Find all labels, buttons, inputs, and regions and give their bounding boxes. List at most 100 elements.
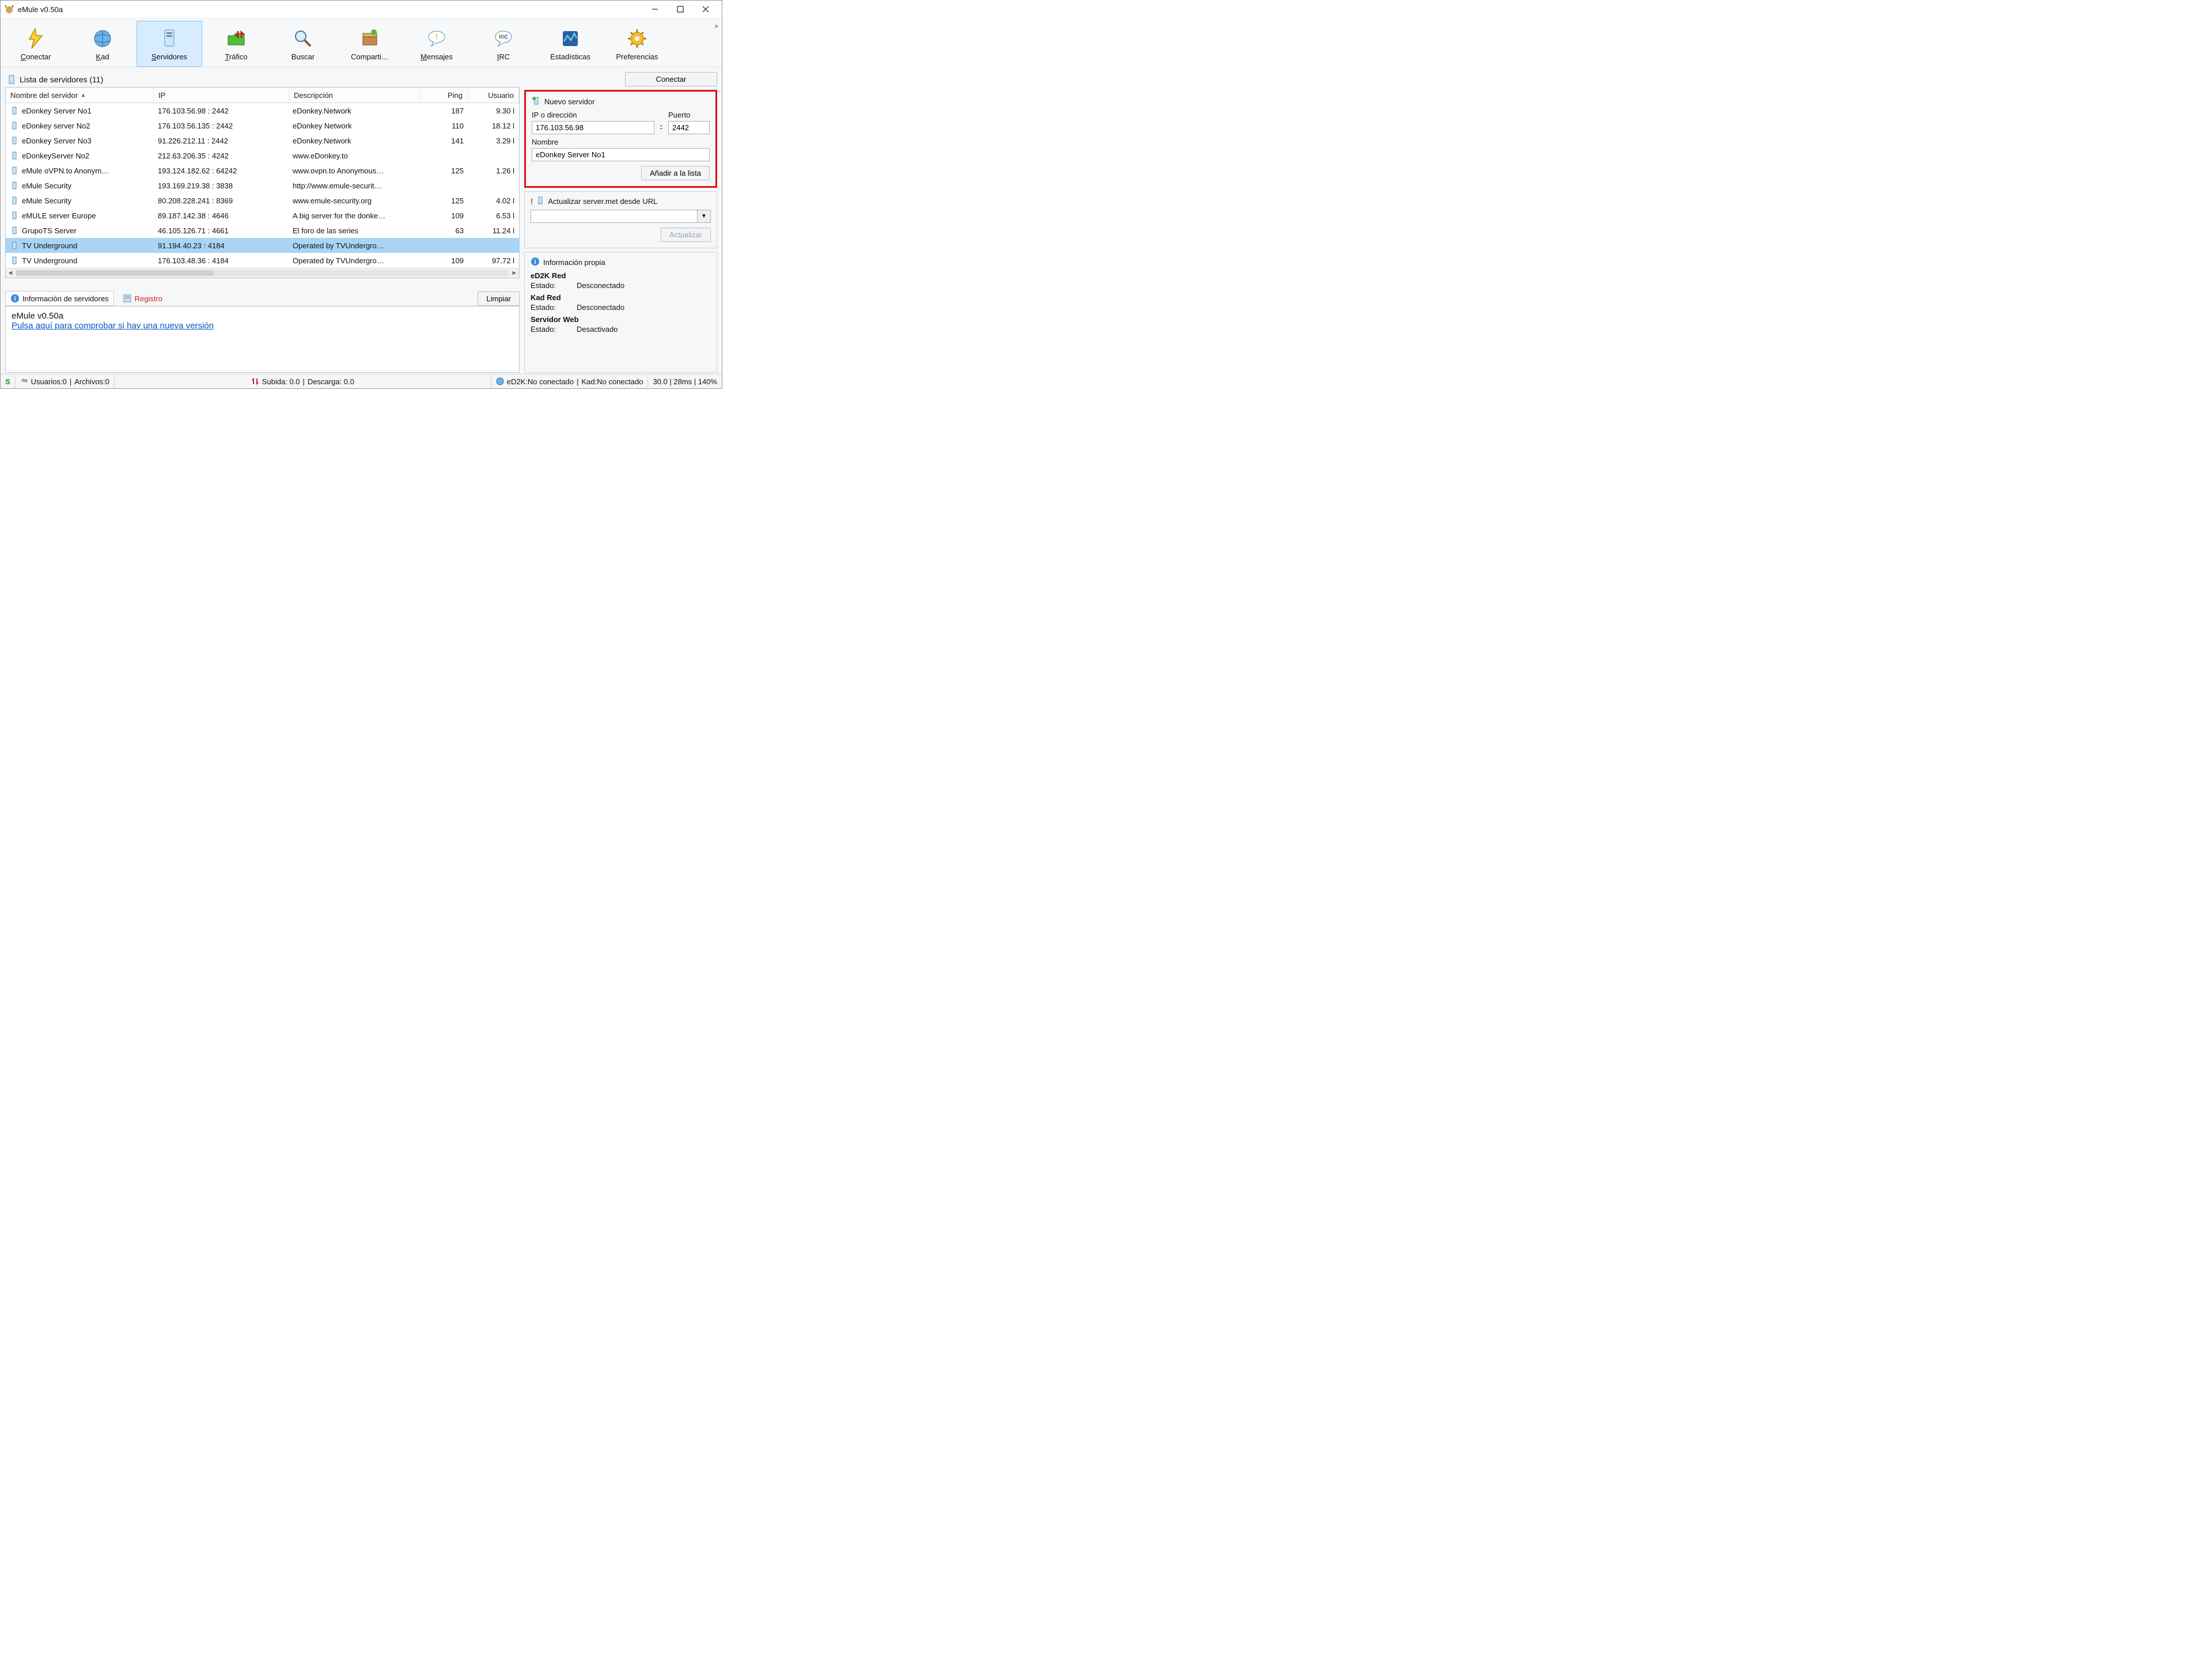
- statusbar: S Usuarios:0|Archivos:0 Subida: 0.0|Desc…: [1, 374, 722, 388]
- toolbar-preferences[interactable]: Preferencias: [604, 21, 670, 67]
- dropdown-icon[interactable]: ▼: [698, 210, 711, 223]
- status-metrics: 30.0 | 28ms | 140%: [648, 374, 722, 388]
- log-version-text: eMule v0.50a: [12, 311, 513, 321]
- info-icon: i: [531, 257, 540, 268]
- svg-text:!: !: [435, 32, 438, 41]
- toolbar-search[interactable]: Buscar: [270, 21, 336, 67]
- table-row[interactable]: eMULE server Europe89.187.142.38 : 4646A…: [6, 208, 519, 223]
- table-row[interactable]: eMule Security193.169.219.38 : 3838http:…: [6, 178, 519, 193]
- titlebar: eMule v0.50a: [1, 1, 722, 18]
- minimize-button[interactable]: [642, 1, 668, 17]
- stats-icon: [558, 26, 582, 51]
- toolbar-statistics[interactable]: Estadísticas: [537, 21, 603, 67]
- col-name[interactable]: Nombre del servidor▲: [6, 88, 154, 103]
- gear-icon: [625, 26, 649, 51]
- server-row-icon: [10, 211, 18, 219]
- grid-header: Nombre del servidor▲ IP Descripción Ping…: [6, 88, 519, 103]
- content-area: Lista de servidores (11) Nombre del serv…: [1, 67, 722, 374]
- ip-label: IP o dirección: [532, 111, 654, 119]
- table-row[interactable]: eDonkeyServer No2212.63.206.35 : 4242www…: [6, 148, 519, 163]
- table-row[interactable]: eDonkey Server No1176.103.56.98 : 2442eD…: [6, 103, 519, 118]
- ip-input[interactable]: [532, 121, 654, 134]
- server-row-icon: [10, 152, 18, 160]
- servers-panel: Lista de servidores (11) Nombre del serv…: [5, 72, 520, 373]
- app-window: eMule v0.50a Conectar Kad Servidores Trá…: [0, 0, 722, 389]
- check-update-link[interactable]: Pulsa aquí para comprobar si hay una nue…: [12, 321, 214, 331]
- table-row[interactable]: eMule Security80.208.228.241 : 8369www.e…: [6, 193, 519, 208]
- new-server-title: Nuevo servidor: [544, 97, 594, 106]
- table-row[interactable]: GrupoTS Server46.105.126.71 : 4661El for…: [6, 223, 519, 238]
- users-icon: [20, 377, 28, 385]
- main-toolbar: Conectar Kad Servidores Tráfico Buscar C…: [1, 18, 722, 67]
- ed2k-net-label: eD2K Red: [531, 271, 711, 280]
- server-row-icon: [10, 226, 18, 234]
- globe-small-icon: [496, 377, 504, 385]
- servermet-url-input[interactable]: [531, 210, 698, 223]
- grid-body: eDonkey Server No1176.103.56.98 : 2442eD…: [6, 103, 519, 268]
- status-networks: eD2K:No conectado|Kad:No conectado: [491, 374, 649, 388]
- table-row[interactable]: eDonkey Server No391.226.212.11 : 2442eD…: [6, 133, 519, 148]
- own-info-title: Información propia: [543, 258, 605, 267]
- log-tabs: i Información de servidores Registro Lim…: [5, 291, 520, 306]
- lightning-icon: [24, 26, 48, 51]
- close-button[interactable]: [693, 1, 718, 17]
- emule-icon: [4, 4, 14, 14]
- table-row[interactable]: TV Underground176.103.48.36 : 4184Operat…: [6, 253, 519, 268]
- folder-arrows-icon: [224, 26, 248, 51]
- col-ping[interactable]: Ping: [420, 88, 468, 103]
- tab-server-info[interactable]: i Información de servidores: [5, 291, 114, 306]
- globe-icon: [90, 26, 115, 51]
- scroll-right-icon[interactable]: ►: [510, 270, 519, 277]
- updown-icon: [251, 377, 259, 385]
- toolbar-kad[interactable]: Kad: [70, 21, 135, 67]
- log-box: eMule v0.50a Pulsa aquí para comprobar s…: [5, 306, 520, 373]
- port-input[interactable]: [668, 121, 710, 134]
- status-users-files: Usuarios:0|Archivos:0: [16, 374, 115, 388]
- kad-state: Desconectado: [577, 303, 624, 312]
- toolbar-connect[interactable]: Conectar: [3, 21, 69, 67]
- tab-log[interactable]: Registro: [118, 291, 168, 306]
- irc-bubble-icon: IRC: [491, 26, 516, 51]
- scroll-left-icon[interactable]: ◄: [6, 270, 15, 277]
- servers-panel-header: Lista de servidores (11): [5, 72, 520, 87]
- server-row-icon: [10, 122, 18, 130]
- clear-log-button[interactable]: Limpiar: [478, 291, 520, 306]
- ed2k-state: Desconectado: [577, 281, 624, 290]
- info-icon: i: [10, 294, 20, 303]
- svg-text:i: i: [14, 296, 16, 302]
- col-desc[interactable]: Descripción: [289, 88, 420, 103]
- col-users[interactable]: Usuario: [468, 88, 519, 103]
- server-row-icon: [10, 196, 18, 205]
- alert-icon: !: [531, 197, 533, 206]
- col-ip[interactable]: IP: [154, 88, 289, 103]
- kad-net-label: Kad Red: [531, 293, 711, 302]
- horizontal-scrollbar[interactable]: ◄ ►: [6, 268, 519, 278]
- new-server-icon: [532, 96, 541, 107]
- add-to-list-button[interactable]: Añadir a la lista: [641, 166, 710, 180]
- update-servermet-button[interactable]: Actualizar: [661, 228, 711, 242]
- scroll-thumb[interactable]: [16, 270, 213, 276]
- server-row-icon: [10, 107, 18, 115]
- status-transfer: Subida: 0.0|Descarga: 0.0: [115, 374, 491, 388]
- server-name-input[interactable]: [532, 148, 710, 161]
- toolbar-overflow-icon[interactable]: »: [714, 22, 718, 30]
- update-servermet-group: ! Actualizar server.met desde URL ▼ Actu…: [524, 191, 717, 248]
- toolbar-servers[interactable]: Servidores: [137, 21, 202, 67]
- speech-bubble-icon: !: [425, 26, 449, 51]
- table-row[interactable]: eMule oVPN.to Anonym…193.124.182.62 : 64…: [6, 163, 519, 178]
- search-icon: [291, 26, 315, 51]
- maximize-button[interactable]: [668, 1, 693, 17]
- connect-button[interactable]: Conectar: [625, 72, 717, 86]
- table-row[interactable]: eDonkey server No2176.103.56.135 : 2442e…: [6, 118, 519, 133]
- table-row[interactable]: TV Underground91.194.40.23 : 4184Operate…: [6, 238, 519, 253]
- toolbar-share[interactable]: Comparti…: [337, 21, 403, 67]
- servers-panel-title: Lista de servidores (11): [20, 75, 103, 84]
- toolbar-traffic[interactable]: Tráfico: [203, 21, 269, 67]
- server-row-icon: [10, 241, 18, 249]
- server-row-icon: [10, 166, 18, 175]
- box-icon: [358, 26, 382, 51]
- toolbar-irc[interactable]: IRC IRC: [471, 21, 536, 67]
- new-server-group: Nuevo servidor IP o dirección : Puerto N…: [524, 90, 717, 188]
- web-state: Desactivado: [577, 325, 618, 334]
- toolbar-messages[interactable]: ! Mensajes: [404, 21, 469, 67]
